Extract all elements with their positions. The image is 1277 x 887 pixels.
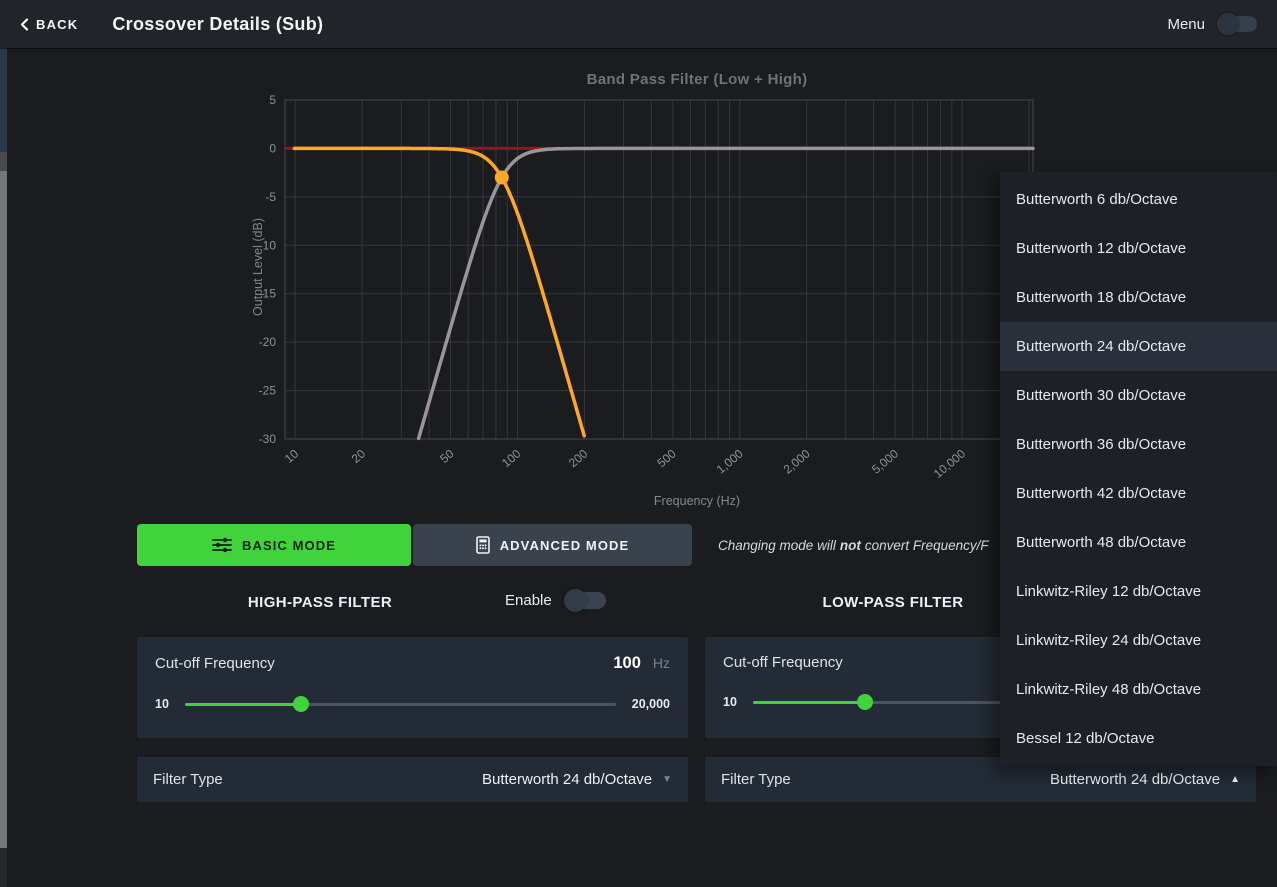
high-pass-filter-type-select[interactable]: Filter Type Butterworth 24 db/Octave ▼ xyxy=(137,757,688,802)
hp-slider-fill xyxy=(184,702,302,706)
svg-text:100: 100 xyxy=(499,446,524,470)
basic-mode-label: BASIC MODE xyxy=(241,537,337,553)
calculator-icon xyxy=(475,536,490,554)
high-pass-enable-toggle[interactable] xyxy=(563,589,606,612)
chart-y-axis-label: Output Level (dB) xyxy=(251,218,265,316)
svg-text:5: 5 xyxy=(269,93,276,107)
svg-text:-5: -5 xyxy=(265,190,276,204)
dropdown-item[interactable]: Bessel 12 db/Octave xyxy=(1000,714,1277,763)
left-scrollbar-thumb[interactable] xyxy=(0,171,7,848)
top-bar: BACK Crossover Details (Sub) Menu xyxy=(0,0,1277,48)
lp-filter-type-label: Filter Type xyxy=(721,771,791,788)
dropdown-item[interactable]: Butterworth 24 db/Octave xyxy=(1000,322,1277,371)
sliders-icon xyxy=(212,537,232,553)
svg-text:50: 50 xyxy=(437,446,456,466)
left-scroll-track-bottom xyxy=(0,848,7,887)
svg-text:1,000: 1,000 xyxy=(714,446,746,476)
chevron-up-icon: ▲ xyxy=(1230,774,1240,785)
hp-slider-min-label: 10 xyxy=(155,697,169,711)
left-scroll-track-mid xyxy=(0,152,7,171)
lp-slider-min-label: 10 xyxy=(723,695,737,709)
dropdown-item[interactable]: Butterworth 48 db/Octave xyxy=(1000,518,1277,567)
lp-slider-thumb[interactable] xyxy=(857,694,874,710)
dropdown-item[interactable]: Butterworth 12 db/Octave xyxy=(1000,224,1277,273)
hp-filter-type-value: Butterworth 24 db/Octave xyxy=(482,771,653,788)
svg-text:20: 20 xyxy=(349,446,368,466)
svg-text:-20: -20 xyxy=(259,335,277,349)
dropdown-item[interactable]: Linkwitz-Riley 48 db/Octave xyxy=(1000,665,1277,714)
hp-cutoff-value: 100 xyxy=(613,654,641,672)
svg-text:500: 500 xyxy=(654,446,679,470)
back-button[interactable]: BACK xyxy=(20,17,78,32)
enable-label: Enable xyxy=(505,592,552,609)
back-label: BACK xyxy=(36,16,79,32)
chevron-down-icon: ▼ xyxy=(662,774,672,785)
svg-text:5,000: 5,000 xyxy=(869,446,901,476)
hp-slider-max-label: 20,000 xyxy=(631,697,670,711)
svg-text:10,000: 10,000 xyxy=(931,446,968,481)
hp-cutoff-slider[interactable] xyxy=(184,696,616,712)
svg-text:0: 0 xyxy=(269,141,276,155)
advanced-mode-button[interactable]: ADVANCED MODE xyxy=(413,524,692,566)
svg-text:10: 10 xyxy=(282,446,301,466)
dropdown-item[interactable]: Butterworth 6 db/Octave xyxy=(1000,175,1277,224)
crossover-details-screen: BACK Crossover Details (Sub) Menu Band P… xyxy=(0,0,1277,887)
dropdown-item[interactable]: Linkwitz-Riley 24 db/Octave xyxy=(1000,616,1277,665)
dropdown-item[interactable]: Butterworth 18 db/Octave xyxy=(1000,273,1277,322)
chart-x-axis-label: Frequency (Hz) xyxy=(653,494,741,508)
lp-slider-fill xyxy=(752,700,866,704)
bandpass-chart: 10 20 50 100 200 500 1,000 2,000 5,000 10,00050-5… xyxy=(259,93,1035,481)
basic-mode-button[interactable]: BASIC MODE xyxy=(137,524,411,566)
hp-cutoff-label: Cut-off Frequency xyxy=(155,655,275,672)
page-title: Crossover Details (Sub) xyxy=(112,13,324,34)
high-pass-section-label: HIGH-PASS FILTER xyxy=(247,594,393,611)
high-pass-cutoff-panel: Cut-off Frequency 100 Hz 10 20,000 xyxy=(137,637,688,738)
hp-filter-type-label: Filter Type xyxy=(153,771,223,788)
high-pass-enable-group: Enable xyxy=(505,589,606,612)
menu-toggle-knob xyxy=(1217,13,1239,35)
high-pass-enable-knob xyxy=(563,589,587,612)
svg-text:-25: -25 xyxy=(259,384,277,398)
hp-slider-thumb[interactable] xyxy=(293,696,310,712)
menu-toggle[interactable] xyxy=(1217,13,1257,35)
advanced-mode-label: ADVANCED MODE xyxy=(499,537,630,553)
hp-cutoff-unit: Hz xyxy=(652,655,670,671)
lp-filter-type-value: Butterworth 24 db/Octave xyxy=(1050,771,1221,788)
dropdown-item[interactable]: Butterworth 42 db/Octave xyxy=(1000,469,1277,518)
svg-text:-30: -30 xyxy=(259,432,277,446)
svg-text:2,000: 2,000 xyxy=(781,446,813,476)
dropdown-item[interactable]: Linkwitz-Riley 12 db/Octave xyxy=(1000,567,1277,616)
menu-label: Menu xyxy=(1167,15,1205,33)
dropdown-item[interactable]: Butterworth 30 db/Octave xyxy=(1000,371,1277,420)
left-scroll-track-top xyxy=(0,48,7,152)
chevron-left-icon xyxy=(20,17,29,31)
dropdown-item[interactable]: Butterworth 36 db/Octave xyxy=(1000,420,1277,469)
filter-type-dropdown: Butterworth 6 db/Octave Butterworth 12 db… xyxy=(1000,172,1277,766)
svg-text:200: 200 xyxy=(566,446,591,470)
